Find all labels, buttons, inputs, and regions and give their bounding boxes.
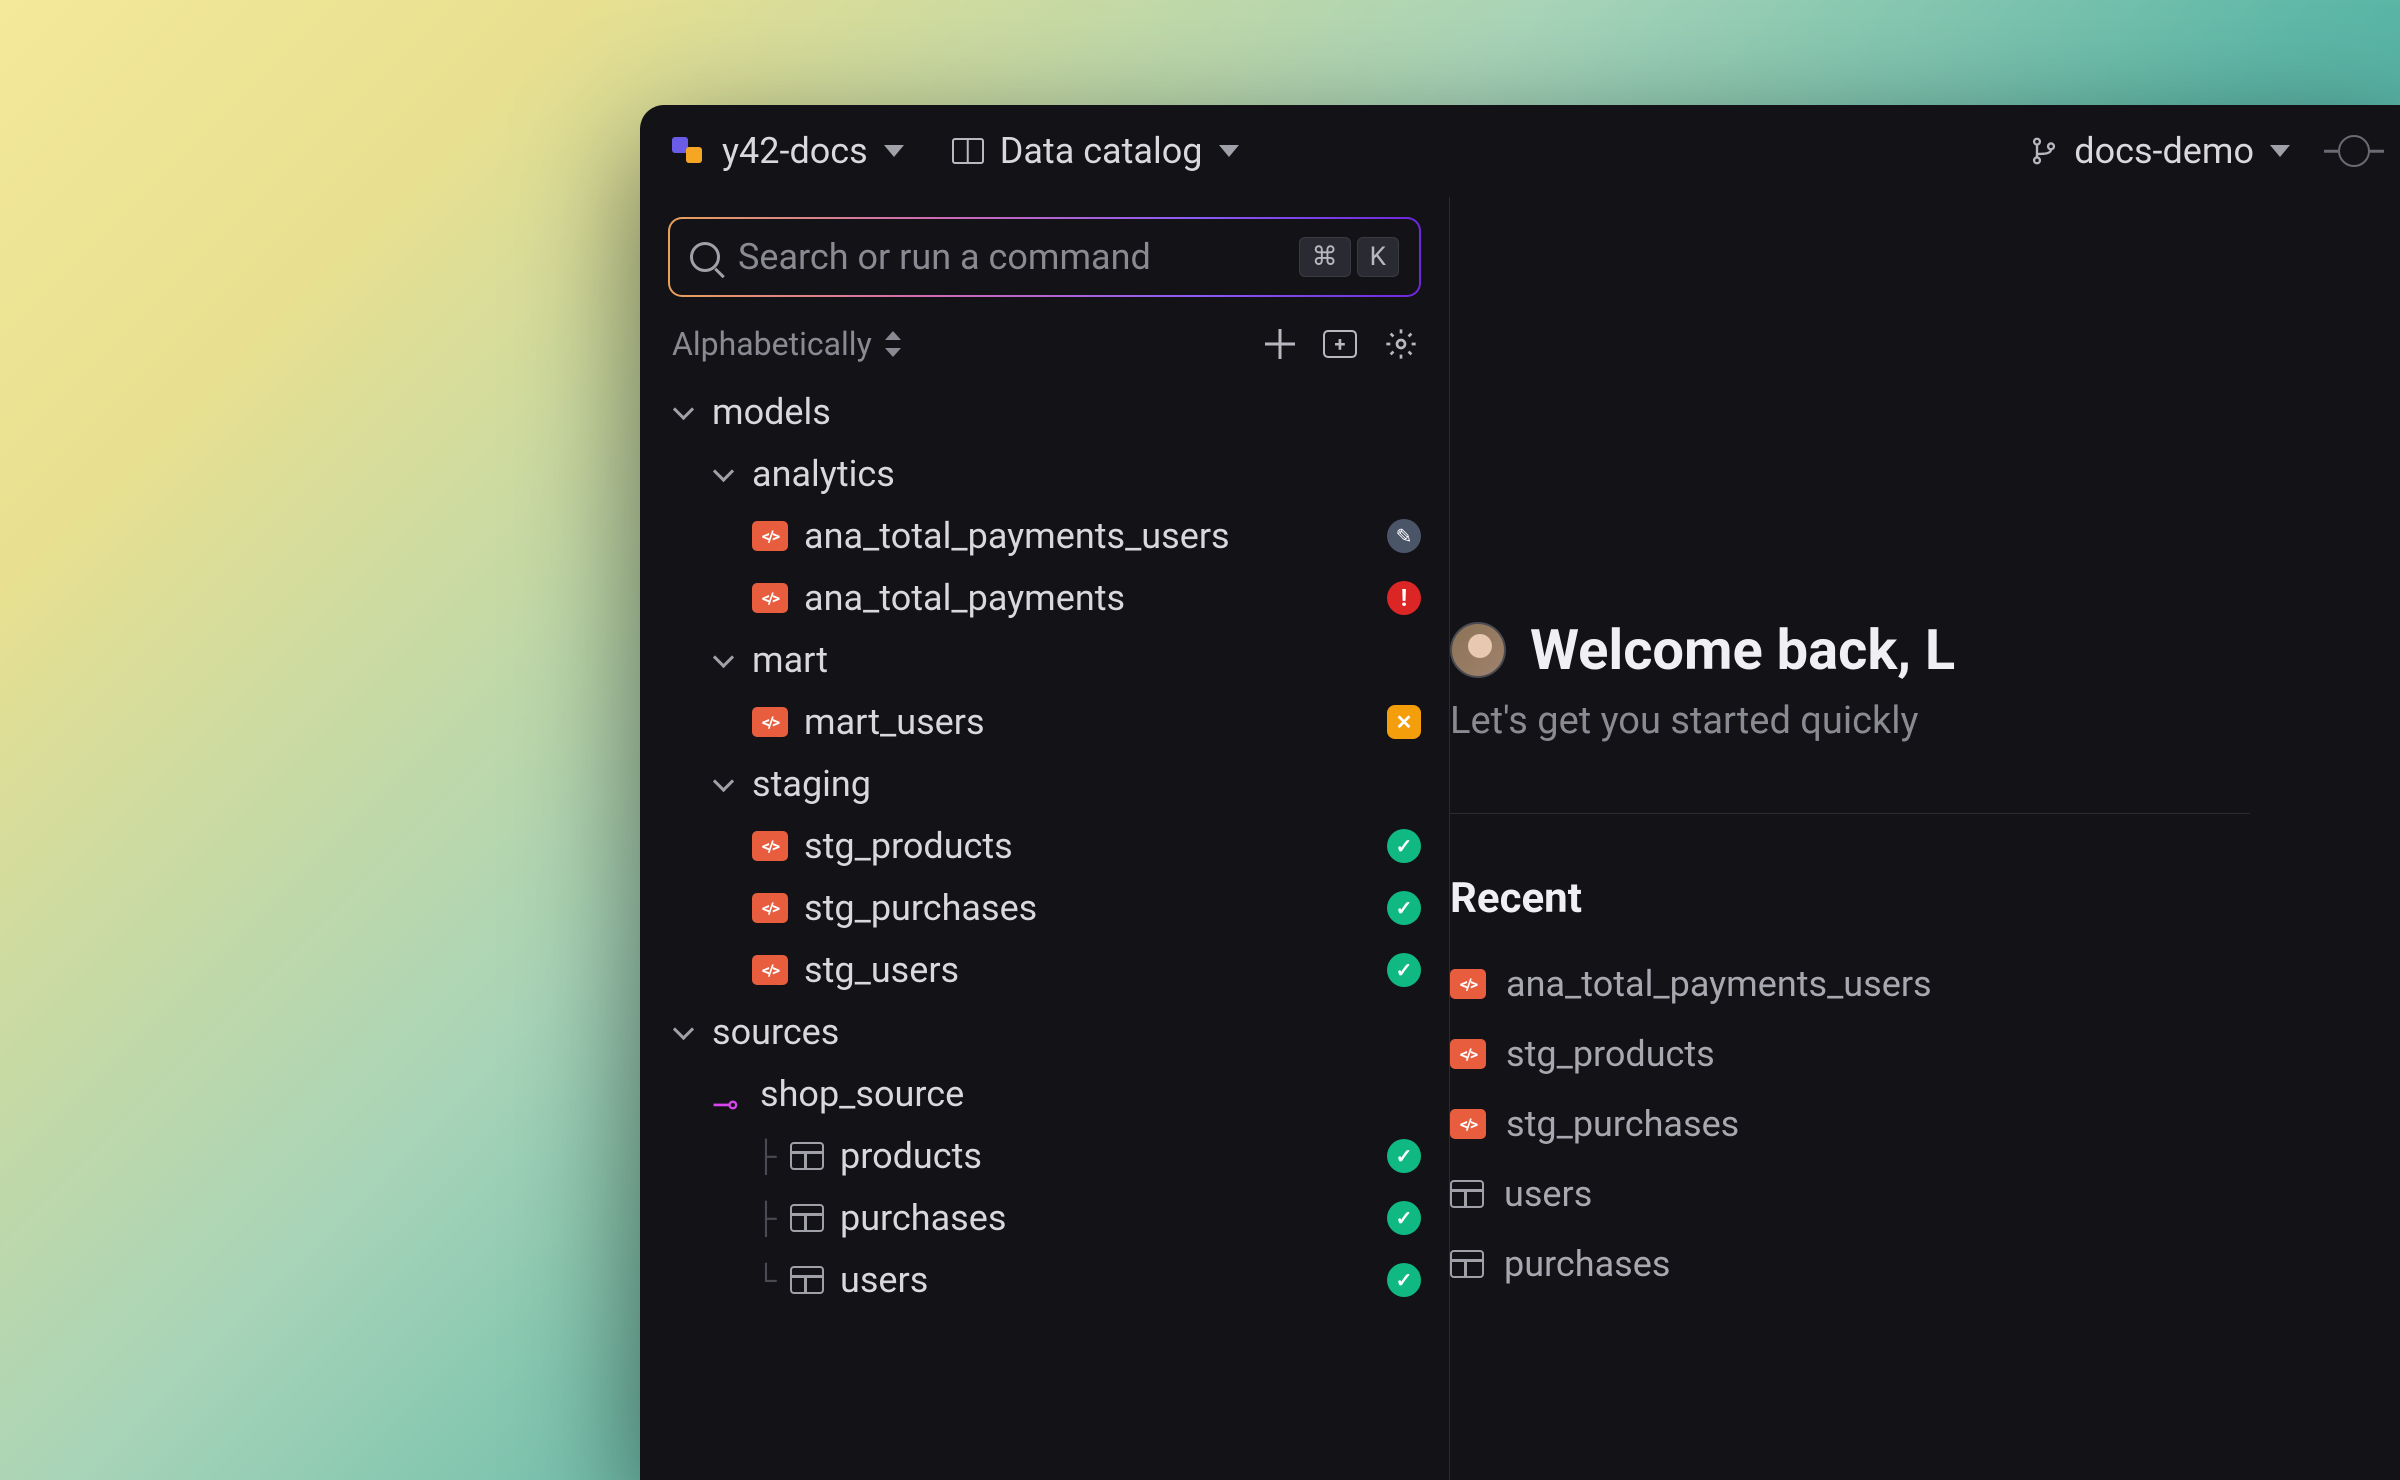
main-area: Search or run a command ⌘ K Alphabetical…: [640, 197, 2400, 1480]
table-icon: [790, 1142, 824, 1170]
tree-connector: └: [752, 1263, 780, 1298]
content-area: Welcome back, L Let's get you started qu…: [1450, 197, 2400, 1480]
tree-folder-shop-source[interactable]: shop_source: [656, 1063, 1433, 1125]
add-button[interactable]: [1265, 329, 1295, 359]
table-icon: [790, 1266, 824, 1294]
model-icon: [752, 583, 788, 613]
welcome-header: Welcome back, L: [1450, 617, 2400, 683]
tree-folder-analytics[interactable]: analytics: [656, 443, 1433, 505]
success-status-icon: [1387, 1201, 1421, 1235]
success-status-icon: [1387, 829, 1421, 863]
logo-icon: [670, 133, 706, 169]
success-status-icon: [1387, 953, 1421, 987]
recent-list: ana_total_payments_users stg_products st…: [1450, 963, 2400, 1285]
recent-item[interactable]: stg_products: [1450, 1033, 2400, 1075]
tree-folder-mart[interactable]: mart: [656, 629, 1433, 691]
app-window: y42-docs Data catalog docs-demo: [640, 105, 2400, 1480]
tree-folder-staging[interactable]: staging: [656, 753, 1433, 815]
success-status-icon: [1387, 891, 1421, 925]
model-icon: [752, 521, 788, 551]
view-selector[interactable]: Data catalog: [952, 130, 1239, 172]
branch-section: docs-demo: [2030, 130, 2370, 172]
success-status-icon: [1387, 1139, 1421, 1173]
divider: [1450, 813, 2250, 814]
tree-connector: ├: [752, 1201, 780, 1236]
branch-selector[interactable]: docs-demo: [2030, 130, 2290, 172]
commit-icon[interactable]: [2338, 135, 2370, 167]
search-placeholder: Search or run a command: [738, 236, 1281, 278]
model-icon: [752, 707, 788, 737]
branch-name: docs-demo: [2074, 130, 2254, 172]
model-icon: [752, 831, 788, 861]
sort-selector[interactable]: Alphabetically: [672, 325, 904, 363]
tree-item[interactable]: mart_users: [656, 691, 1433, 753]
tree-item[interactable]: stg_products: [656, 815, 1433, 877]
search-shortcut: ⌘ K: [1299, 237, 1399, 277]
workspace-selector[interactable]: y42-docs: [670, 130, 904, 172]
chevron-down-icon: [1219, 145, 1239, 157]
chevron-down-icon: [884, 145, 904, 157]
chevron-down-icon: [712, 648, 736, 672]
settings-button[interactable]: [1385, 328, 1417, 360]
source-icon: [712, 1082, 744, 1106]
success-status-icon: [1387, 1263, 1421, 1297]
tree-connector: ├: [752, 1139, 780, 1174]
recent-item[interactable]: ana_total_payments_users: [1450, 963, 2400, 1005]
sort-icon: [882, 331, 904, 357]
recent-item[interactable]: users: [1450, 1173, 2400, 1215]
recent-heading: Recent: [1450, 874, 2400, 923]
chevron-down-icon: [712, 772, 736, 796]
tree-item[interactable]: ├ purchases: [656, 1187, 1433, 1249]
model-icon: [1450, 1109, 1486, 1139]
recent-item[interactable]: stg_purchases: [1450, 1103, 2400, 1145]
tree-item[interactable]: ana_total_payments: [656, 567, 1433, 629]
table-icon: [1450, 1180, 1484, 1208]
model-icon: [1450, 969, 1486, 999]
avatar: [1450, 622, 1506, 678]
warning-status-icon: [1387, 705, 1421, 739]
tree-item[interactable]: ├ products: [656, 1125, 1433, 1187]
welcome-subtitle: Let's get you started quickly: [1450, 699, 2400, 743]
add-folder-button[interactable]: [1323, 330, 1357, 358]
sidebar: Search or run a command ⌘ K Alphabetical…: [640, 197, 1450, 1480]
chevron-down-icon: [672, 1020, 696, 1044]
file-tree: models analytics ana_total_payments_user…: [640, 381, 1449, 1311]
recent-item[interactable]: purchases: [1450, 1243, 2400, 1285]
book-icon: [952, 138, 984, 164]
model-icon: [1450, 1039, 1486, 1069]
model-icon: [752, 893, 788, 923]
chevron-down-icon: [712, 462, 736, 486]
tree-item[interactable]: stg_users: [656, 939, 1433, 1001]
model-icon: [752, 955, 788, 985]
tree-item[interactable]: └ users: [656, 1249, 1433, 1311]
top-bar: y42-docs Data catalog docs-demo: [640, 105, 2400, 197]
search-icon: [690, 242, 720, 272]
edit-status-icon: [1387, 519, 1421, 553]
workspace-name: y42-docs: [722, 130, 868, 172]
tree-item[interactable]: ana_total_payments_users: [656, 505, 1433, 567]
search-box[interactable]: Search or run a command ⌘ K: [668, 217, 1421, 297]
error-status-icon: [1387, 581, 1421, 615]
tree-folder-models[interactable]: models: [656, 381, 1433, 443]
table-icon: [790, 1204, 824, 1232]
table-icon: [1450, 1250, 1484, 1278]
welcome-title: Welcome back, L: [1530, 617, 1955, 683]
branch-icon: [2030, 135, 2058, 167]
chevron-down-icon: [2270, 145, 2290, 157]
view-name: Data catalog: [1000, 130, 1203, 172]
tree-folder-sources[interactable]: sources: [656, 1001, 1433, 1063]
tree-item[interactable]: stg_purchases: [656, 877, 1433, 939]
sort-row: Alphabetically: [640, 325, 1449, 363]
chevron-down-icon: [672, 400, 696, 424]
